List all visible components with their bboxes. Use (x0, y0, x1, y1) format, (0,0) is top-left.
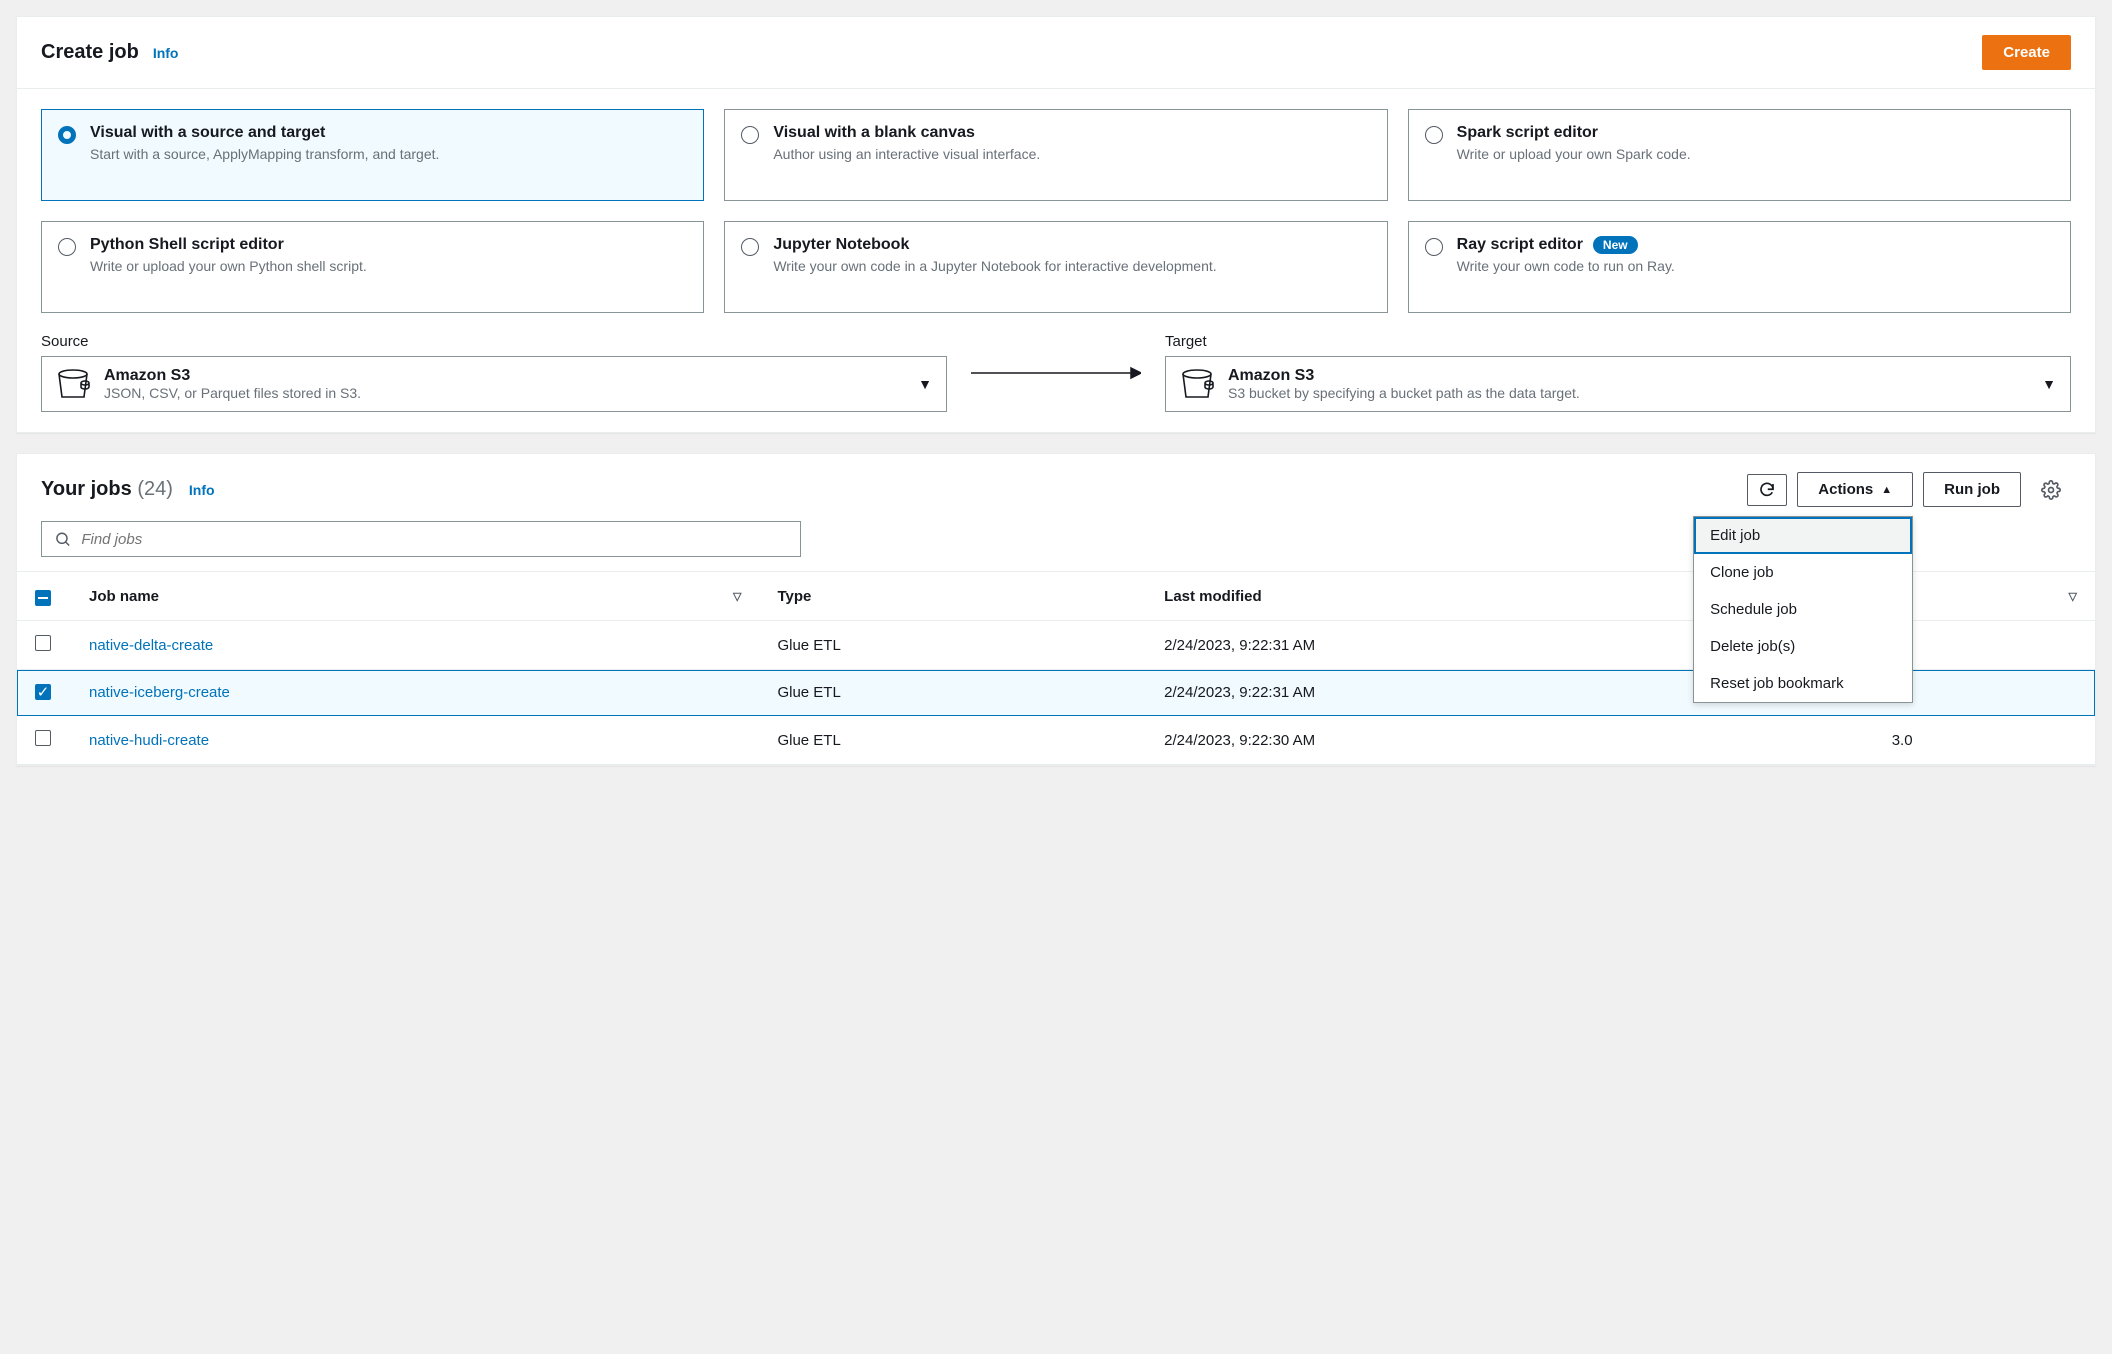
actions-menu-item[interactable]: Clone job (1694, 554, 1912, 591)
row-checkbox[interactable]: ✓ (35, 684, 51, 700)
actions-menu-item[interactable]: Reset job bookmark (1694, 665, 1912, 702)
option-title: Visual with a source and target (90, 124, 325, 142)
run-job-button[interactable]: Run job (1923, 472, 2021, 507)
radio-icon (58, 238, 76, 256)
refresh-icon (1758, 481, 1776, 499)
search-input[interactable] (81, 531, 788, 548)
caret-down-icon: ▼ (918, 376, 932, 392)
source-select[interactable]: Amazon S3 JSON, CSV, or Parquet files st… (41, 356, 947, 412)
job-type-option[interactable]: Jupyter Notebook Write your own code in a… (724, 221, 1387, 313)
option-desc: Write or upload your own Spark code. (1457, 146, 1691, 162)
your-jobs-header: Your jobs (24) Info Actions ▲ Edit jobCl… (17, 454, 2095, 507)
col-last-modified[interactable]: Last modified (1164, 588, 1262, 605)
your-jobs-count: (24) (137, 478, 173, 500)
job-name-link[interactable]: native-iceberg-create (89, 684, 230, 701)
job-modified: 2/24/2023, 9:22:30 AM (1146, 716, 1874, 765)
radio-icon (741, 126, 759, 144)
settings-button[interactable] (2031, 474, 2071, 506)
table-row: native-hudi-create Glue ETL2/24/2023, 9:2… (17, 716, 2095, 765)
row-checkbox[interactable] (35, 635, 51, 651)
actions-menu-item[interactable]: Delete job(s) (1694, 628, 1912, 665)
target-select[interactable]: Amazon S3 S3 bucket by specifying a buck… (1165, 356, 2071, 412)
source-title: Amazon S3 (104, 367, 361, 385)
option-desc: Author using an interactive visual inter… (773, 146, 1040, 162)
option-title: Ray script editor (1457, 236, 1583, 254)
radio-icon (1425, 126, 1443, 144)
job-type-option[interactable]: Visual with a blank canvas Author using a… (724, 109, 1387, 201)
target-desc: S3 bucket by specifying a bucket path as… (1228, 385, 1580, 401)
caret-down-icon: ▼ (2042, 376, 2056, 392)
target-label: Target (1165, 333, 2071, 350)
source-desc: JSON, CSV, or Parquet files stored in S3… (104, 385, 361, 401)
actions-menu-item[interactable]: Schedule job (1694, 591, 1912, 628)
search-icon (54, 530, 71, 548)
job-type-option[interactable]: Spark script editor Write or upload your … (1408, 109, 2071, 201)
option-title: Spark script editor (1457, 124, 1598, 142)
new-badge: New (1593, 236, 1638, 254)
job-type: Glue ETL (759, 670, 1146, 716)
option-desc: Write your own code in a Jupyter Noteboo… (773, 258, 1216, 274)
search-box[interactable] (41, 521, 801, 557)
sort-icon[interactable]: ▽ (733, 590, 741, 603)
option-desc: Write your own code to run on Ray. (1457, 258, 1675, 274)
option-title: Python Shell script editor (90, 236, 284, 254)
job-type: Glue ETL (759, 621, 1146, 670)
refresh-button[interactable] (1747, 474, 1787, 506)
option-title: Jupyter Notebook (773, 236, 909, 254)
bucket-icon (56, 369, 90, 399)
actions-button-label: Actions (1818, 481, 1873, 498)
caret-up-icon: ▲ (1881, 484, 1892, 496)
source-target-row: Source Amazon S3 JSON, CSV, or Parquet f… (41, 333, 2071, 412)
bucket-icon (1180, 369, 1214, 399)
arrow-right-icon (971, 363, 1141, 383)
your-jobs-title: Your jobs (24) (41, 478, 173, 501)
radio-icon (1425, 238, 1443, 256)
create-job-panel: Create job Info Create Visual with a sou… (16, 16, 2096, 433)
option-desc: Write or upload your own Python shell sc… (90, 258, 367, 274)
create-button[interactable]: Create (1982, 35, 2071, 70)
target-title: Amazon S3 (1228, 367, 1580, 385)
job-type-option[interactable]: Visual with a source and target Start wit… (41, 109, 704, 201)
your-jobs-title-text: Your jobs (41, 478, 132, 500)
source-label: Source (41, 333, 947, 350)
job-type-option[interactable]: Ray script editor New Write your own code … (1408, 221, 2071, 313)
gear-icon (2041, 480, 2061, 500)
radio-icon (58, 126, 76, 144)
actions-menu-item[interactable]: Edit job (1694, 517, 1912, 554)
job-type-option[interactable]: Python Shell script editor Write or uploa… (41, 221, 704, 313)
sort-icon[interactable]: ▽ (2069, 590, 2077, 603)
create-job-info-link[interactable]: Info (153, 45, 179, 61)
col-job-name[interactable]: Job name (89, 588, 159, 605)
row-checkbox[interactable] (35, 730, 51, 746)
your-jobs-info-link[interactable]: Info (189, 482, 215, 498)
select-all-checkbox[interactable] (35, 590, 51, 606)
col-type[interactable]: Type (777, 588, 811, 605)
actions-menu: Edit jobClone jobSchedule jobDelete job(… (1693, 516, 1913, 703)
radio-icon (741, 238, 759, 256)
job-version: 3.0 (1874, 716, 2095, 765)
create-job-title: Create job (41, 41, 139, 64)
option-desc: Start with a source, ApplyMapping transf… (90, 146, 439, 162)
job-name-link[interactable]: native-delta-create (89, 637, 213, 654)
job-type-options: Visual with a source and target Start wit… (41, 109, 2071, 313)
create-job-header: Create job Info Create (17, 17, 2095, 89)
job-type: Glue ETL (759, 716, 1146, 765)
actions-button[interactable]: Actions ▲ (1797, 472, 1913, 507)
your-jobs-panel: Your jobs (24) Info Actions ▲ Edit jobCl… (16, 453, 2096, 766)
option-title: Visual with a blank canvas (773, 124, 975, 142)
job-name-link[interactable]: native-hudi-create (89, 732, 209, 749)
